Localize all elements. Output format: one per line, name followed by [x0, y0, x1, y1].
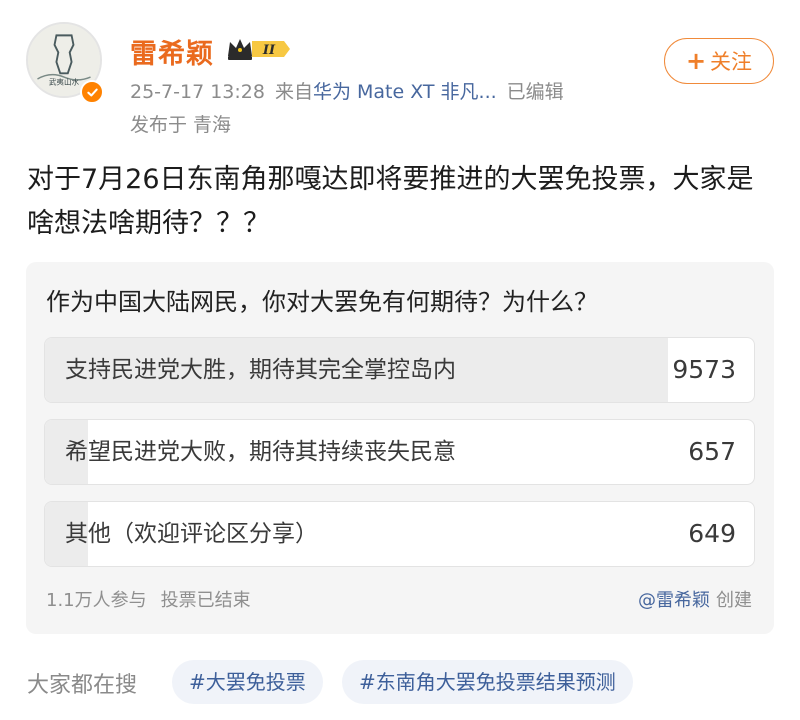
- plus-icon: +: [685, 47, 707, 75]
- post-location: 发布于 青海: [130, 114, 232, 136]
- device-link[interactable]: 华为 Mate XT 非凡...: [313, 81, 497, 103]
- post-timestamp: 25-7-17 13:28: [130, 81, 265, 103]
- poll-option-1[interactable]: 支持民进党大胜，期待其完全掌控岛内 9573: [44, 337, 755, 403]
- source-prefix: 来自: [274, 81, 313, 103]
- avatar-caption: 武夷山水: [49, 77, 80, 87]
- poll-question: 作为中国大陆网民，你对大罢免有何期待？为什么？: [46, 288, 598, 316]
- poll-creator-info: @雷希颖 创建: [638, 586, 752, 612]
- poll-option-label: 支持民进党大胜，期待其完全掌控岛内: [65, 357, 456, 383]
- poll-option-count: 9573: [672, 355, 736, 384]
- poll-option-count: 657: [688, 437, 736, 466]
- poll-option-count: 649: [688, 519, 736, 548]
- trending-search-label: 大家都在搜: [27, 673, 138, 698]
- verified-badge-icon: [80, 80, 104, 104]
- follow-button[interactable]: + 关注: [664, 38, 774, 84]
- poll-participants: 1.1万人参与: [46, 590, 147, 611]
- poll-status: 投票已结束: [160, 590, 251, 611]
- poll-option-label: 其他（欢迎评论区分享）: [65, 521, 318, 547]
- username[interactable]: 雷希颖: [130, 32, 214, 71]
- poll-option-3[interactable]: 其他（欢迎评论区分享） 649: [44, 501, 755, 567]
- poll-option-label: 希望民进党大败，期待其持续丧失民意: [65, 439, 456, 465]
- post-text: 对于7月26日东南角那嘎达即将要推进的大罢免投票，大家是啥想法啥期待？？？: [27, 164, 754, 239]
- vip-level: II: [262, 43, 276, 58]
- follow-label: 关注: [710, 50, 753, 74]
- poll-stats: 1.1万人参与 投票已结束: [46, 586, 265, 612]
- poll-option-2[interactable]: 希望民进党大败，期待其持续丧失民意 657: [44, 419, 755, 485]
- poll-created-label: 创建: [716, 590, 752, 611]
- search-tag-1[interactable]: #大罢免投票: [172, 660, 323, 704]
- edited-label[interactable]: 已编辑: [507, 81, 564, 103]
- post-meta: 25-7-17 13:28 来自华为 Mate XT 非凡... 已编辑: [130, 77, 574, 104]
- search-tag-2[interactable]: #东南角大罢免投票结果预测: [342, 660, 633, 704]
- poll-creator-link[interactable]: @雷希颖: [638, 590, 710, 611]
- vip-crown-icon[interactable]: II: [226, 36, 292, 62]
- poll-card: 作为中国大陆网民，你对大罢免有何期待？为什么？ 支持民进党大胜，期待其完全掌控岛…: [26, 262, 774, 634]
